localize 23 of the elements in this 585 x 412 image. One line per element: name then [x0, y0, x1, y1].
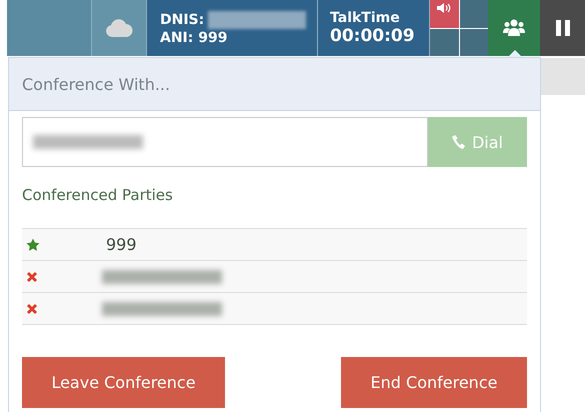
cloud-icon[interactable] [105, 19, 133, 37]
volume-button[interactable] [430, 0, 458, 28]
conference-action-button[interactable]: Leave Conference [22, 357, 225, 408]
phone-icon [452, 135, 466, 149]
number-field[interactable] [22, 117, 428, 167]
ani-text: ANI: 999 [160, 30, 228, 46]
popup-title: Conference With... [22, 74, 170, 94]
talk-time-label: TalkTime [330, 10, 401, 26]
grid-button[interactable] [460, 28, 488, 56]
speaker-icon [437, 3, 452, 13]
remove-icon[interactable] [26, 302, 38, 314]
remove-icon[interactable] [26, 270, 38, 282]
party-number: 999 [105, 235, 137, 254]
talk-time-value: 00:00:09 [330, 26, 416, 46]
pause-icon [556, 20, 570, 36]
conference-action-button[interactable]: End Conference [341, 357, 527, 408]
conference-button[interactable] [488, 0, 540, 56]
star-icon [26, 238, 40, 252]
group-icon [503, 19, 525, 37]
background-bar [541, 58, 585, 95]
pause-button[interactable] [540, 0, 585, 56]
section-heading: Conferenced Parties [22, 186, 174, 204]
dnis-label: DNIS: [160, 12, 204, 28]
